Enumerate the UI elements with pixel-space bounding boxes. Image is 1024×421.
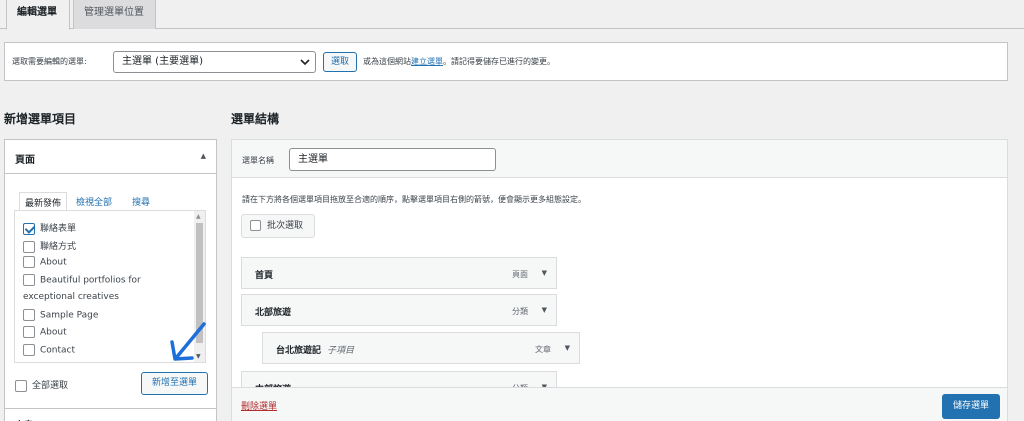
bulk-select-button[interactable]: 批次選取 — [241, 214, 315, 238]
list-item-label: Sample Page — [40, 310, 99, 321]
menu-name-label: 選單名稱 — [242, 156, 274, 165]
checkbox[interactable] — [23, 309, 35, 321]
create-menu-link[interactable]: 建立選單 — [411, 57, 443, 66]
menu-dropdown[interactable]: 主選單 (主要選單) — [113, 51, 316, 73]
expand-caret-icon[interactable]: ▼ — [565, 344, 570, 352]
menu-item-type: 文章 — [535, 345, 551, 354]
add-to-menu-button[interactable]: 新增至選單 — [141, 372, 208, 395]
list-item-label: exceptional creatives — [23, 292, 119, 302]
list-item-label: 聯絡表單 — [40, 224, 77, 234]
list-item[interactable]: 聯絡方式 — [23, 239, 76, 253]
checkbox[interactable] — [23, 256, 35, 268]
chevron-down-icon — [299, 52, 311, 80]
select-all-label: 全部選取 — [32, 381, 69, 391]
delete-menu-link[interactable]: 刪除選單 — [241, 399, 277, 412]
pages-section-title: 頁面 — [15, 155, 35, 166]
tab-edit-menus[interactable]: 編輯選單 — [6, 0, 70, 30]
list-item[interactable]: Contact — [23, 344, 75, 356]
list-item-label: About — [40, 327, 67, 338]
menu-select-label: 選取需要編輯的選單: — [12, 57, 87, 66]
annotation-arrow-icon — [170, 322, 206, 361]
menu-structure-panel: 選單名稱 主選單 請在下方將各個選單項目拖放至合適的順序，點擊選單項目右側的箭號… — [231, 139, 1008, 421]
nav-tabs: 編輯選單 管理選單位置 — [0, 0, 1024, 30]
menu-item-type: 頁面 — [512, 270, 528, 279]
tab-view-all[interactable]: 檢視全部 — [76, 195, 112, 208]
collapse-arrow-icon[interactable]: ▲ — [201, 152, 206, 160]
note-suffix: 。請記得要儲存已進行的變更。 — [443, 57, 555, 66]
pages-accordion-header[interactable]: 頁面 ▲ — [5, 140, 216, 174]
menu-item-title: 台北旅遊記 子項目 — [276, 343, 354, 356]
menu-item-home[interactable]: 首頁 頁面 ▼ — [241, 257, 557, 289]
add-menu-items-heading: 新增選單項目 — [4, 112, 77, 126]
list-item-label: Contact — [40, 345, 76, 356]
menu-item-title: 北部旅遊 — [255, 308, 292, 318]
tab-search[interactable]: 搜尋 — [132, 195, 150, 208]
tab-most-recent[interactable]: 最新發佈 — [19, 192, 67, 211]
divider — [5, 408, 216, 409]
menu-item-taipei[interactable]: 台北旅遊記 子項目 文章 ▼ — [262, 332, 580, 364]
list-item[interactable]: 聯絡表單 — [23, 221, 76, 235]
note-prefix: 或為這個網站 — [363, 57, 411, 66]
list-item-label: About — [40, 257, 67, 268]
save-menu-button[interactable]: 儲存選單 — [942, 394, 1000, 419]
checkbox[interactable] — [23, 274, 35, 286]
list-item[interactable]: Beautiful portfolios for — [23, 274, 141, 286]
menu-instructions: 請在下方將各個選單項目拖放至合適的順序，點擊選單項目右側的箭號，便會顯示更多組態… — [242, 195, 586, 204]
select-menu-button[interactable]: 選取 — [323, 52, 357, 72]
list-item-continued: exceptional creatives — [23, 292, 119, 302]
checkbox[interactable] — [23, 240, 35, 253]
menu-dropdown-value: 主選單 (主要選單) — [122, 56, 203, 67]
expand-caret-icon[interactable]: ▼ — [542, 306, 547, 314]
expand-caret-icon[interactable]: ▼ — [542, 269, 547, 277]
menu-name-header: 選單名稱 主選單 — [232, 140, 1007, 178]
list-item[interactable]: About — [23, 256, 67, 268]
tab-manage-locations[interactable]: 管理選單位置 — [73, 0, 156, 29]
checkbox[interactable] — [23, 344, 35, 356]
menu-select-note: 或為這個網站建立選單。請記得要儲存已進行的變更。 — [363, 56, 555, 67]
scroll-up-icon[interactable]: ▲ — [196, 213, 201, 220]
menu-item-title: 首頁 — [255, 271, 274, 281]
menu-item-north[interactable]: 北部旅遊 分類 ▼ — [241, 294, 557, 326]
add-items-panel: 頁面 ▲ 最新發佈 檢視全部 搜尋 聯絡表單 聯絡方式 About Beauti… — [4, 139, 217, 421]
menu-name-input[interactable]: 主選單 — [289, 148, 496, 171]
checkbox[interactable] — [250, 220, 261, 231]
menu-structure-heading: 選單結構 — [231, 112, 280, 126]
menu-item-title-text: 台北旅遊記 — [276, 346, 322, 356]
checkbox[interactable] — [15, 379, 27, 392]
menu-footer: 刪除選單 儲存選單 — [232, 387, 1007, 421]
checkbox[interactable] — [23, 326, 35, 338]
menu-item-type: 分類 — [512, 307, 528, 316]
list-item[interactable]: Sample Page — [23, 309, 98, 321]
list-item-label: 聯絡方式 — [40, 242, 77, 252]
select-all-checkbox[interactable]: 全部選取 — [15, 378, 68, 392]
checkbox-checked[interactable] — [23, 222, 35, 235]
bulk-select-label: 批次選取 — [267, 221, 304, 231]
sub-item-label: 子項目 — [327, 346, 355, 356]
list-item-label: Beautiful portfolios for — [40, 275, 141, 286]
menu-select-bar: 選取需要編輯的選單: 主選單 (主要選單) 選取 或為這個網站建立選單。請記得要… — [4, 42, 1008, 81]
list-item[interactable]: About — [23, 326, 67, 338]
